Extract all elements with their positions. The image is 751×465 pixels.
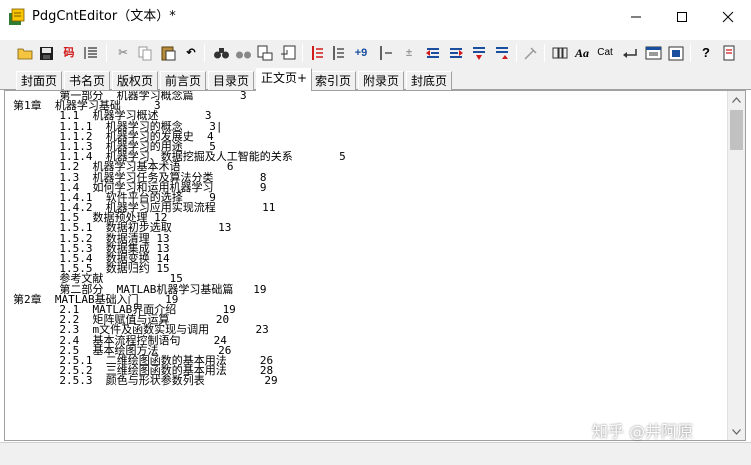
tab-appendix[interactable]: 附录页 xyxy=(358,71,405,90)
maximize-icon xyxy=(677,11,687,22)
tab-back-cover[interactable]: 封底页 xyxy=(406,71,453,90)
plus-minus-icon[interactable]: ± xyxy=(400,44,418,62)
settings-icon[interactable] xyxy=(720,44,738,62)
find-icon[interactable] xyxy=(212,44,230,62)
title-bar[interactable]: PdgCntEditor（文本）* xyxy=(0,0,751,33)
page-type-tabs: 封面页 书名页 版权页 前言页 目录页 正文页+ 索引页 附录页 封底页 xyxy=(0,68,751,91)
open-folder-icon[interactable] xyxy=(16,44,34,62)
cut-icon[interactable]: ✂ xyxy=(114,44,132,62)
tools-icon[interactable] xyxy=(522,44,540,62)
tab-cover[interactable]: 封面页 xyxy=(16,71,63,90)
scroll-up-icon[interactable] xyxy=(728,91,745,108)
list-icon[interactable] xyxy=(82,44,100,62)
watermark: 知乎 @井阿原 xyxy=(592,422,694,441)
toolbar-separator xyxy=(302,44,303,62)
toolbar-separator xyxy=(106,44,107,62)
replace-icon[interactable] xyxy=(256,44,274,62)
help-icon[interactable]: ? xyxy=(697,44,715,62)
editor-content[interactable]: 第一部分 机器学习概念篇 3 第1章 机器学习基础 3 1.1 机器学习概述 3 … xyxy=(13,91,723,386)
export-icon[interactable] xyxy=(667,44,685,62)
tab-contents[interactable]: 目录页 xyxy=(208,71,255,90)
vertical-scrollbar[interactable] xyxy=(727,91,745,440)
toolbar: 码 ✂ ↶ +9 ± Aa Cat ? xyxy=(0,40,751,68)
undo-icon[interactable]: ↶ xyxy=(182,44,200,62)
tab-body[interactable]: 正文页+ xyxy=(256,68,313,91)
toolbar-separator xyxy=(544,44,545,62)
minimize-icon xyxy=(631,16,641,17)
close-button[interactable] xyxy=(705,0,751,33)
text-editor[interactable]: 第一部分 机器学习概念篇 3 第1章 机器学习基础 3 1.1 机器学习概述 3 … xyxy=(4,90,746,441)
toolbar-separator xyxy=(690,44,691,62)
window-title: PdgCntEditor（文本）* xyxy=(32,9,176,24)
move-down-icon[interactable] xyxy=(470,44,488,62)
minimize-button[interactable] xyxy=(613,0,659,33)
tab-index[interactable]: 索引页 xyxy=(310,71,357,90)
tab-copyright[interactable]: 版权页 xyxy=(112,71,159,90)
catalog-icon[interactable]: Cat xyxy=(596,44,614,62)
columns-icon[interactable] xyxy=(551,44,569,62)
app-icon xyxy=(8,8,26,26)
indent-icon[interactable] xyxy=(330,44,348,62)
scroll-down-icon[interactable] xyxy=(728,423,745,440)
editor-line[interactable]: 2.5.3 颜色与形状参数列表 29 xyxy=(13,375,723,386)
move-up-icon[interactable] xyxy=(493,44,511,62)
page-shift-icon[interactable] xyxy=(377,44,395,62)
font-icon[interactable]: Aa xyxy=(573,44,591,62)
tab-preface[interactable]: 前言页 xyxy=(160,71,207,90)
arrow-icon[interactable] xyxy=(621,44,639,62)
save-icon[interactable] xyxy=(37,44,55,62)
align-left-icon[interactable] xyxy=(309,44,327,62)
close-icon xyxy=(722,11,734,22)
scroll-thumb[interactable] xyxy=(730,110,743,150)
copy-icon[interactable] xyxy=(136,44,154,62)
replace-next-icon[interactable] xyxy=(279,44,297,62)
page-number-icon[interactable]: +9 xyxy=(352,44,370,62)
status-bar xyxy=(0,442,751,465)
code-icon[interactable]: 码 xyxy=(60,44,78,62)
window-icon[interactable] xyxy=(644,44,662,62)
paste-icon[interactable] xyxy=(159,44,177,62)
maximize-button[interactable] xyxy=(659,0,705,33)
find-next-icon[interactable] xyxy=(234,44,252,62)
move-right-icon[interactable] xyxy=(447,44,465,62)
toolbar-separator xyxy=(516,44,517,62)
move-left-icon[interactable] xyxy=(424,44,442,62)
toolbar-separator xyxy=(204,44,205,62)
tab-title-page[interactable]: 书名页 xyxy=(64,71,111,90)
